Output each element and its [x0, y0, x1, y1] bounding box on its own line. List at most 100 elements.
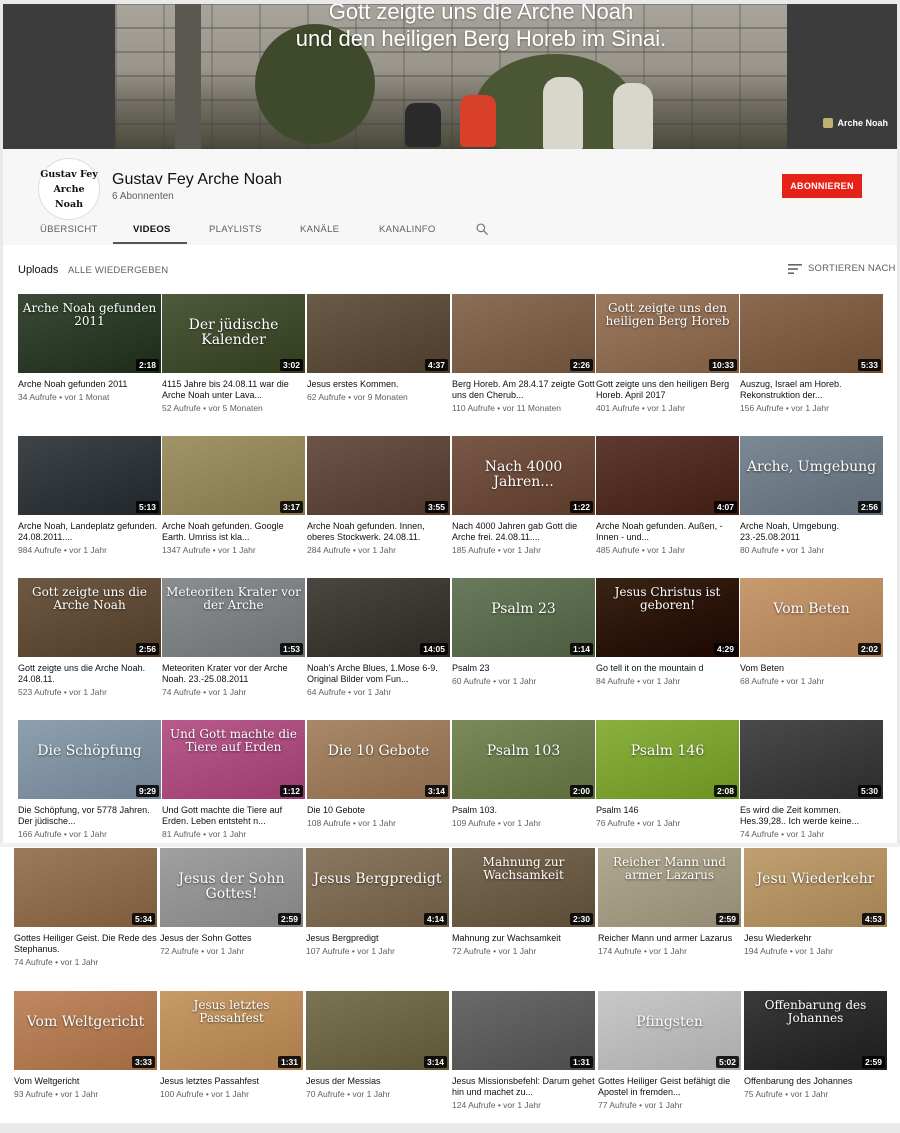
tab-channels[interactable]: KANÄLE	[300, 224, 339, 235]
video-thumbnail[interactable]: Meteoriten Krater vor der Arche 1:53	[162, 578, 305, 657]
video-thumbnail[interactable]: 4:07	[596, 436, 739, 515]
video-thumbnail[interactable]: Die Schöpfung 9:29	[18, 720, 161, 799]
video-title[interactable]: Gottes Heiliger Geist. Die Rede des Step…	[14, 933, 157, 955]
video-title[interactable]: Jesus der Messias	[306, 1076, 449, 1087]
video-thumbnail[interactable]: 4:37	[307, 294, 450, 373]
video-title[interactable]: Jesus der Sohn Gottes	[160, 933, 303, 944]
video-card[interactable]: Offenbarung des Johannes 2:59 Offenbarung …	[744, 991, 887, 1099]
subscribe-button[interactable]: ABONNIEREN	[782, 174, 862, 198]
video-card[interactable]: Reicher Mann und armer Lazarus 2:59 Reiche…	[598, 848, 741, 956]
video-title[interactable]: 4115 Jahre bis 24.08.11 war die Arche No…	[162, 379, 305, 401]
video-thumbnail[interactable]: Vom Weltgericht 3:33	[14, 991, 157, 1070]
sort-button[interactable]: SORTIEREN NACH	[788, 263, 896, 274]
video-card[interactable]: 5:30 Es wird die Zeit kommen. Hes.39,28..…	[740, 720, 883, 839]
video-thumbnail[interactable]: 1:31	[452, 991, 595, 1070]
video-card[interactable]: Arche, Umgebung 2:56 Arche Noah, Umgebung.…	[740, 436, 883, 555]
video-title[interactable]: Vom Weltgericht	[14, 1076, 157, 1087]
video-thumbnail[interactable]: 3:17	[162, 436, 305, 515]
video-thumbnail[interactable]: Der jüdische Kalender 3:02	[162, 294, 305, 373]
video-card[interactable]: 5:33 Auszug, Israel am Horeb. Rekonstrukt…	[740, 294, 883, 413]
video-thumbnail[interactable]: Gott zeigte uns den heiligen Berg Horeb 1…	[596, 294, 739, 373]
video-card[interactable]: Psalm 146 2:08 Psalm 146 76 Aufrufe • vor 1…	[596, 720, 739, 828]
video-title[interactable]: Jesus Bergpredigt	[306, 933, 449, 944]
search-icon[interactable]	[475, 222, 489, 236]
video-thumbnail[interactable]: Offenbarung des Johannes 2:59	[744, 991, 887, 1070]
video-card[interactable]: Die Schöpfung 9:29 Die Schöpfung, vor 5778…	[18, 720, 161, 839]
video-thumbnail[interactable]: Jesus der Sohn Gottes! 2:59	[160, 848, 303, 927]
tab-videos[interactable]: VIDEOS	[133, 224, 171, 235]
video-title[interactable]: Reicher Mann und armer Lazarus	[598, 933, 741, 944]
video-title[interactable]: Die 10 Gebote	[307, 805, 450, 816]
video-thumbnail[interactable]: Jesus letztes Passahfest 1:31	[160, 991, 303, 1070]
video-title[interactable]: Es wird die Zeit kommen. Hes.39,28.. Ich…	[740, 805, 883, 827]
video-card[interactable]: Vom Beten 2:02 Vom Beten 68 Aufrufe • vor 1…	[740, 578, 883, 686]
video-card[interactable]: 3:17 Arche Noah gefunden. Google Earth. U…	[162, 436, 305, 555]
video-card[interactable]: 5:13 Arche Noah, Landeplatz gefunden. 24.…	[18, 436, 161, 555]
video-title[interactable]: Psalm 23	[452, 663, 595, 674]
video-title[interactable]: Jesus letztes Passahfest	[160, 1076, 303, 1087]
tab-playlists[interactable]: PLAYLISTS	[209, 224, 262, 235]
video-thumbnail[interactable]: Pfingsten 5:02	[598, 991, 741, 1070]
video-card[interactable]: Und Gott machte die Tiere auf Erden 1:12 U…	[162, 720, 305, 839]
video-thumbnail[interactable]: 3:55	[307, 436, 450, 515]
video-title[interactable]: Noah's Arche Blues, 1.Mose 6-9. Original…	[307, 663, 450, 685]
video-card[interactable]: 3:55 Arche Noah gefunden. Innen, oberes S…	[307, 436, 450, 555]
video-title[interactable]: Psalm 146	[596, 805, 739, 816]
video-card[interactable]: Gott zeigte uns den heiligen Berg Horeb 1…	[596, 294, 739, 413]
video-thumbnail[interactable]: Mahnung zur Wachsamkeit 2:30	[452, 848, 595, 927]
video-card[interactable]: 1:31 Jesus Missionsbefehl: Darum gehet hi…	[452, 991, 595, 1110]
video-thumbnail[interactable]: 5:33	[740, 294, 883, 373]
video-thumbnail[interactable]: Reicher Mann und armer Lazarus 2:59	[598, 848, 741, 927]
tab-overview[interactable]: ÜBERSICHT	[40, 224, 98, 235]
video-card[interactable]: 4:37 Jesus erstes Kommen. 62 Aufrufe • vor…	[307, 294, 450, 402]
video-card[interactable]: Vom Weltgericht 3:33 Vom Weltgericht 93 Auf…	[14, 991, 157, 1099]
video-thumbnail[interactable]: 3:14	[306, 991, 449, 1070]
video-thumbnail[interactable]: 14:05	[307, 578, 450, 657]
video-thumbnail[interactable]: Psalm 23 1:14	[452, 578, 595, 657]
video-thumbnail[interactable]: Die 10 Gebote 3:14	[307, 720, 450, 799]
video-card[interactable]: Jesus letztes Passahfest 1:31 Jesus letzte…	[160, 991, 303, 1099]
video-thumbnail[interactable]: Vom Beten 2:02	[740, 578, 883, 657]
video-card[interactable]: Jesus Bergpredigt 4:14 Jesus Bergpredigt 10…	[306, 848, 449, 956]
video-title[interactable]: Mahnung zur Wachsamkeit	[452, 933, 595, 944]
video-title[interactable]: Vom Beten	[740, 663, 883, 674]
video-title[interactable]: Arche Noah, Landeplatz gefunden. 24.08.2…	[18, 521, 161, 543]
play-all-button[interactable]: ALLE WIEDERGEBEN	[68, 265, 168, 276]
video-thumbnail[interactable]: Jesu Wiederkehr 4:53	[744, 848, 887, 927]
tab-about[interactable]: KANALINFO	[379, 224, 436, 235]
video-card[interactable]: Nach 4000 Jahren... 1:22 Nach 4000 Jahren …	[452, 436, 595, 555]
video-thumbnail[interactable]: Und Gott machte die Tiere auf Erden 1:12	[162, 720, 305, 799]
video-title[interactable]: Jesu Wiederkehr	[744, 933, 887, 944]
video-title[interactable]: Go tell it on the mountain d	[596, 663, 739, 674]
video-card[interactable]: Jesu Wiederkehr 4:53 Jesu Wiederkehr 194 Au…	[744, 848, 887, 956]
video-thumbnail[interactable]: 5:30	[740, 720, 883, 799]
video-thumbnail[interactable]: Gott zeigte uns die Arche Noah 2:56	[18, 578, 161, 657]
video-card[interactable]: 14:05 Noah's Arche Blues, 1.Mose 6-9. Ori…	[307, 578, 450, 697]
video-title[interactable]: Arche Noah gefunden. Google Earth. Umris…	[162, 521, 305, 543]
video-title[interactable]: Nach 4000 Jahren gab Gott die Arche frei…	[452, 521, 595, 543]
video-title[interactable]: Jesus erstes Kommen.	[307, 379, 450, 390]
video-thumbnail[interactable]: Psalm 146 2:08	[596, 720, 739, 799]
video-thumbnail[interactable]: Arche Noah gefunden 2011 2:18	[18, 294, 161, 373]
video-card[interactable]: 3:14 Jesus der Messias 70 Aufrufe • vor 1 …	[306, 991, 449, 1099]
video-title[interactable]: Jesus Missionsbefehl: Darum gehet hin un…	[452, 1076, 595, 1098]
video-thumbnail[interactable]: 5:13	[18, 436, 161, 515]
video-card[interactable]: 2:26 Berg Horeb. Am 28.4.17 zeigte Gott u…	[452, 294, 595, 413]
video-card[interactable]: Gott zeigte uns die Arche Noah 2:56 Gott z…	[18, 578, 161, 697]
video-card[interactable]: Meteoriten Krater vor der Arche 1:53 Meteo…	[162, 578, 305, 697]
video-title[interactable]: Psalm 103.	[452, 805, 595, 816]
video-title[interactable]: Offenbarung des Johannes	[744, 1076, 887, 1087]
video-card[interactable]: Mahnung zur Wachsamkeit 2:30 Mahnung zur W…	[452, 848, 595, 956]
video-thumbnail[interactable]: Psalm 103 2:00	[452, 720, 595, 799]
channel-avatar[interactable]: Gustav Fey Arche Noah	[38, 158, 100, 220]
video-title[interactable]: Arche Noah gefunden. Außen, - Innen - un…	[596, 521, 739, 543]
video-title[interactable]: Arche Noah gefunden. Innen, oberes Stock…	[307, 521, 450, 543]
video-title[interactable]: Arche Noah, Umgebung. 23.-25.08.2011	[740, 521, 883, 543]
video-card[interactable]: 4:07 Arche Noah gefunden. Außen, - Innen …	[596, 436, 739, 555]
video-card[interactable]: Der jüdische Kalender 3:02 4115 Jahre bis …	[162, 294, 305, 413]
video-title[interactable]: Arche Noah gefunden 2011	[18, 379, 161, 390]
video-card[interactable]: Jesus Christus ist geboren! 4:29 Go tell i…	[596, 578, 739, 686]
video-thumbnail[interactable]: Jesus Christus ist geboren! 4:29	[596, 578, 739, 657]
video-thumbnail[interactable]: Arche, Umgebung 2:56	[740, 436, 883, 515]
video-title[interactable]: Und Gott machte die Tiere auf Erden. Leb…	[162, 805, 305, 827]
